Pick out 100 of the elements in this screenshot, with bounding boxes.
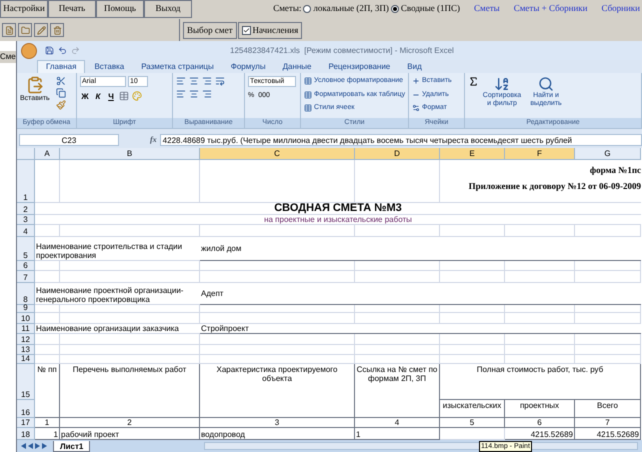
row-header[interactable]: 6 [17, 261, 35, 271]
ribbon-tab[interactable]: Разметка страницы [133, 60, 222, 73]
row-header[interactable]: 3 [17, 215, 35, 225]
align-right-icon[interactable] [202, 89, 212, 99]
align-left-icon[interactable] [176, 89, 186, 99]
document-icon [4, 26, 14, 34]
align-center-icon[interactable] [189, 89, 199, 99]
tab-button[interactable]: Начисления [238, 22, 302, 39]
row-header[interactable]: 4 [17, 225, 35, 237]
table-cell: Перечень выполняемых работ [60, 364, 200, 418]
menu-button[interactable]: Печать [48, 0, 96, 18]
table-cell: водопровод [200, 428, 355, 440]
horizontal-scrollbar[interactable] [204, 442, 638, 450]
table-cell: 7 [575, 418, 641, 428]
menu-button[interactable]: Выход [144, 0, 192, 18]
ribbon-tab[interactable]: Главная [37, 60, 86, 73]
ribbon-tab[interactable]: Вид [399, 60, 430, 73]
ribbon-tab[interactable]: Формулы [222, 60, 274, 73]
column-header[interactable]: F [505, 148, 575, 160]
clipboard-icon [26, 76, 44, 94]
align-right-icon[interactable] [202, 76, 212, 86]
note-text: Приложение к договору №12 от 06-09-2009 [468, 180, 641, 193]
search-icon [538, 76, 554, 92]
formula-field[interactable]: 4228.48689 тыс.руб. (Четыре миллиона двести двадцать восемь тысяч четыреста восемьдесят шесть рублей [160, 134, 642, 146]
table-cell: № пп [35, 364, 60, 418]
checkbox[interactable] [242, 26, 250, 35]
table-cell: Наименование организации заказчика [35, 324, 200, 334]
radio-button[interactable] [303, 5, 312, 13]
tab-button[interactable]: Выбор смет [183, 22, 236, 39]
link[interactable]: Сметы [474, 2, 500, 16]
save-icon[interactable] [45, 46, 54, 55]
table-cell: 4215.52689 [575, 428, 641, 440]
row-header[interactable]: 17 [17, 418, 35, 428]
table-cell: Ссылка на № смет по формам 2П, 3П [355, 364, 440, 418]
ribbon-tab[interactable]: Рецензирование [320, 60, 398, 73]
sheet-navigation-icon[interactable] [21, 443, 49, 449]
link[interactable]: Сметы + Сборники [514, 2, 588, 16]
row-header[interactable]: 10 [17, 313, 35, 324]
row-header[interactable]: 12 [17, 334, 35, 345]
office-button[interactable] [21, 42, 37, 58]
column-header[interactable]: E [440, 148, 505, 160]
toolbar-button[interactable] [18, 23, 32, 37]
copy-icon[interactable] [56, 88, 66, 98]
sum-icon[interactable] [468, 76, 479, 87]
menu-button[interactable]: Помощь [96, 0, 144, 18]
row-header[interactable]: 16 [17, 400, 35, 418]
row-header[interactable]: 2 [17, 203, 35, 215]
toolbar-button[interactable] [2, 23, 16, 37]
paintbrush-icon[interactable] [56, 100, 66, 110]
link[interactable]: Сборники [601, 2, 640, 16]
table-cell: Всего [575, 400, 641, 418]
row-header[interactable]: 15 [17, 364, 35, 400]
function-button[interactable]: fx [150, 134, 157, 146]
column-header[interactable]: C [200, 148, 355, 160]
toolbar-button[interactable] [50, 23, 64, 37]
scissors-icon[interactable] [56, 76, 66, 86]
table-cell: 1 [355, 428, 440, 440]
table-cell: 3 [200, 418, 355, 428]
side-label: Сме [0, 51, 16, 63]
row-header[interactable]: 11 [17, 324, 35, 334]
pencil-icon [36, 26, 46, 34]
ribbon-tab[interactable]: Данные [274, 60, 320, 73]
trash-icon [52, 26, 62, 34]
align-center-icon[interactable] [189, 76, 199, 86]
borders-icon[interactable] [119, 91, 129, 101]
radio-label: Сводные (1ПС) [400, 2, 460, 16]
table-cell: Стройпроект [200, 324, 641, 334]
row-header[interactable]: 7 [17, 271, 35, 283]
row-header[interactable]: 5 [17, 237, 35, 261]
ribbon-tab[interactable]: Вставка [86, 60, 132, 73]
table-cell: проектных [505, 400, 575, 418]
align-left-icon[interactable] [176, 76, 186, 86]
row-header[interactable]: 9 [17, 305, 35, 313]
estimate-type-label: Сметы: [273, 2, 302, 16]
menu-button[interactable]: Настройки [0, 0, 48, 18]
format-button[interactable]: Ч [106, 91, 116, 103]
undo-icon[interactable] [58, 46, 67, 55]
column-header[interactable]: A [35, 148, 60, 160]
toolbar-button[interactable] [34, 23, 48, 37]
format-button[interactable]: К [93, 91, 103, 103]
table-cell: 1 [35, 428, 60, 440]
table-cell: 4215.52689 [505, 428, 575, 440]
column-header[interactable]: B [60, 148, 200, 160]
row-header[interactable]: 1 [17, 160, 35, 203]
format-button[interactable]: Ж [80, 91, 90, 103]
row-header[interactable]: 18 [17, 428, 35, 440]
row-header[interactable]: 13 [17, 345, 35, 355]
sheet-tab[interactable]: Лист1 [53, 440, 90, 452]
row-header[interactable]: 8 [17, 283, 35, 305]
table-cell: СВОДНАЯ СМЕТА №М3 [35, 203, 641, 215]
empty-cell [440, 345, 505, 355]
wrap-text-icon[interactable] [215, 76, 225, 86]
empty-cell [575, 345, 641, 355]
column-header[interactable]: G [575, 148, 641, 160]
name-box[interactable]: C23 [19, 134, 119, 146]
table-cell: 4 [355, 418, 440, 428]
row-header[interactable]: 14 [17, 355, 35, 364]
column-header[interactable]: D [355, 148, 440, 160]
plus-icon [412, 77, 420, 86]
radio-button[interactable] [390, 5, 399, 13]
